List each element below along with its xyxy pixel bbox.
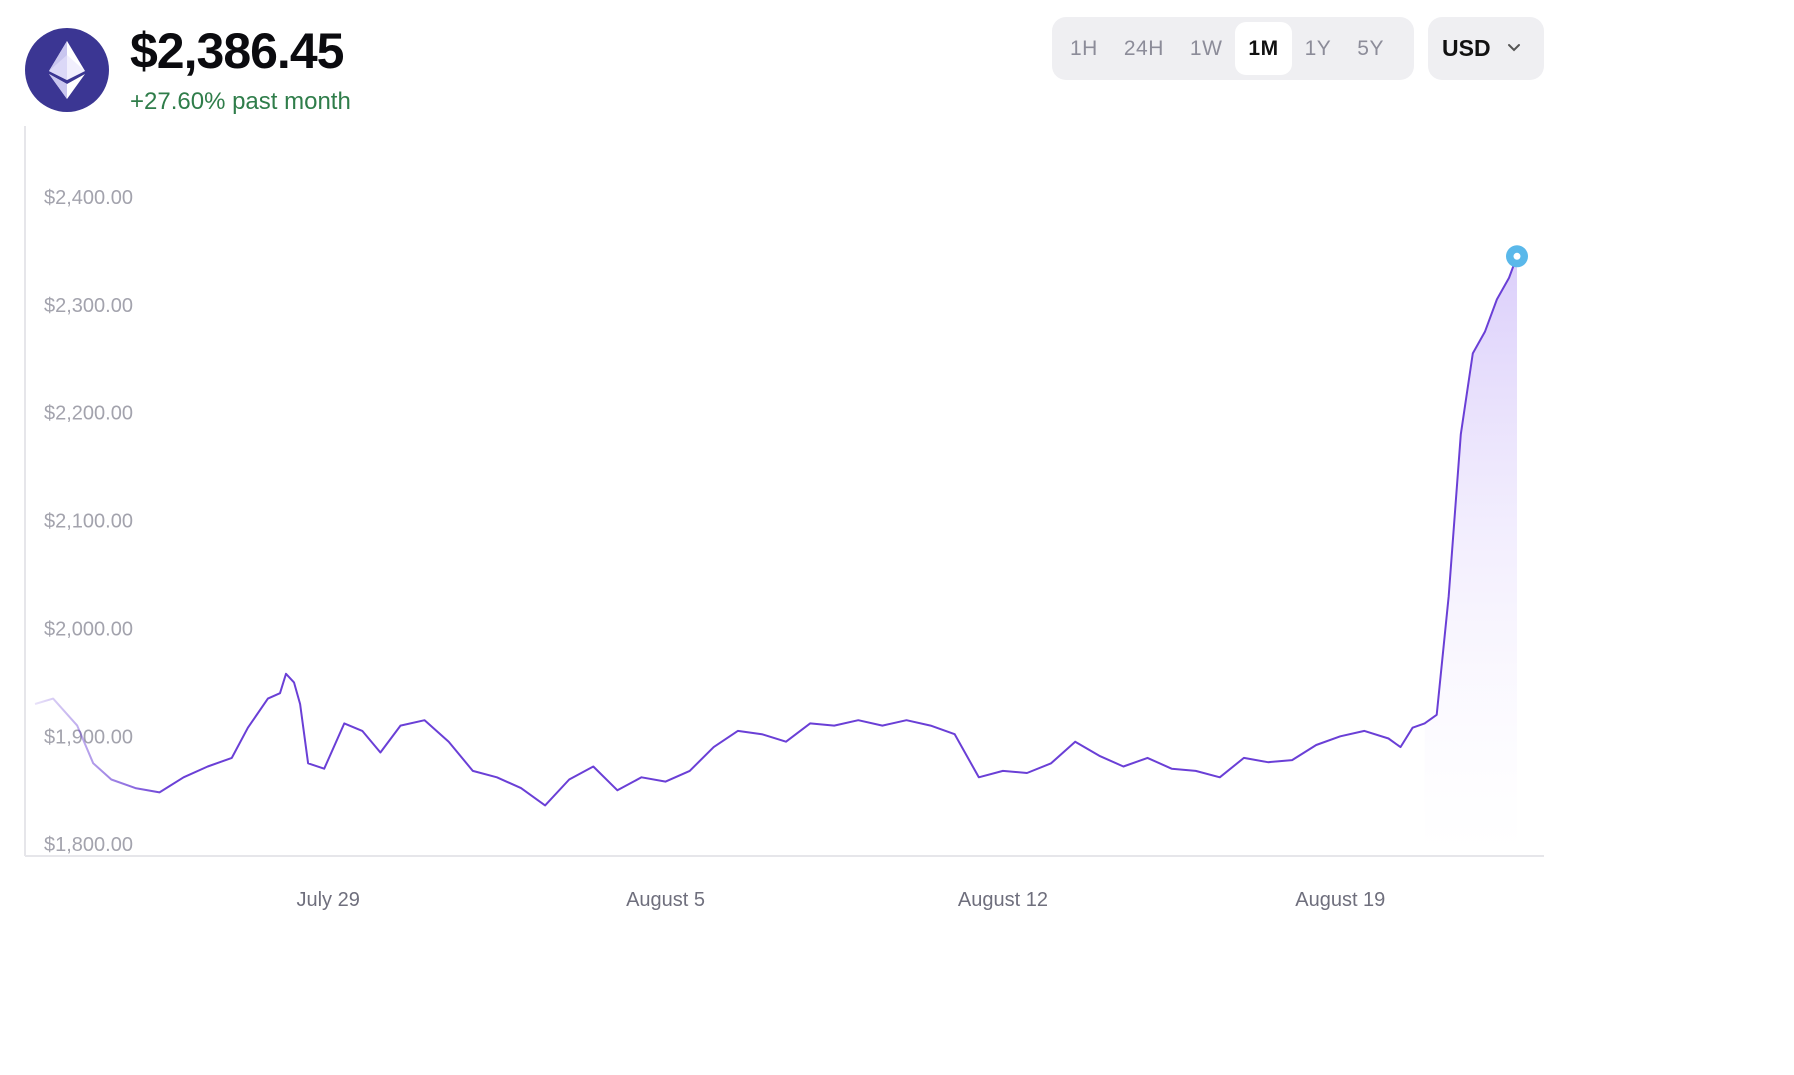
x-tick-label: August 12 <box>958 889 1048 911</box>
price-change: +27.60% past month <box>130 88 351 115</box>
price-series-line <box>34 255 1518 807</box>
x-tick-label: August 5 <box>626 889 705 911</box>
chevron-down-icon <box>1507 40 1521 58</box>
y-tick-label: $2,200.00 <box>44 403 133 425</box>
y-tick-label: $2,000.00 <box>44 618 133 640</box>
currency-select[interactable]: USD <box>1428 17 1544 80</box>
y-tick-label: $1,900.00 <box>44 726 133 748</box>
price-chart[interactable]: $2,400.00 $2,300.00 $2,200.00 $2,100.00 $2,0… <box>0 120 1794 1070</box>
range-1y-button[interactable]: 1Y <box>1292 22 1345 75</box>
range-1m-button[interactable]: 1M <box>1235 22 1292 75</box>
current-price-marker-dot <box>1513 252 1521 260</box>
x-tick-label: July 29 <box>296 889 359 911</box>
current-price: $2,386.45 <box>130 23 344 79</box>
y-tick-label: $2,300.00 <box>44 295 133 317</box>
y-tick-label: $1,800.00 <box>44 834 133 856</box>
time-range-selector: 1H 24H 1W 1M 1Y 5Y <box>1052 17 1414 80</box>
range-1w-button[interactable]: 1W <box>1177 22 1236 75</box>
y-tick-label: $2,400.00 <box>44 187 133 209</box>
range-24h-button[interactable]: 24H <box>1111 22 1177 75</box>
y-tick-label: $2,100.00 <box>44 511 133 533</box>
price-chart-svg: $2,400.00 $2,300.00 $2,200.00 $2,100.00 $2,0… <box>24 126 1544 911</box>
ethereum-logo-icon <box>25 28 109 112</box>
currency-label: USD <box>1442 35 1491 61</box>
price-area-fill <box>1424 256 1517 855</box>
x-tick-label: August 19 <box>1295 889 1385 911</box>
range-5y-button[interactable]: 5Y <box>1344 22 1397 75</box>
range-1h-button[interactable]: 1H <box>1057 22 1111 75</box>
